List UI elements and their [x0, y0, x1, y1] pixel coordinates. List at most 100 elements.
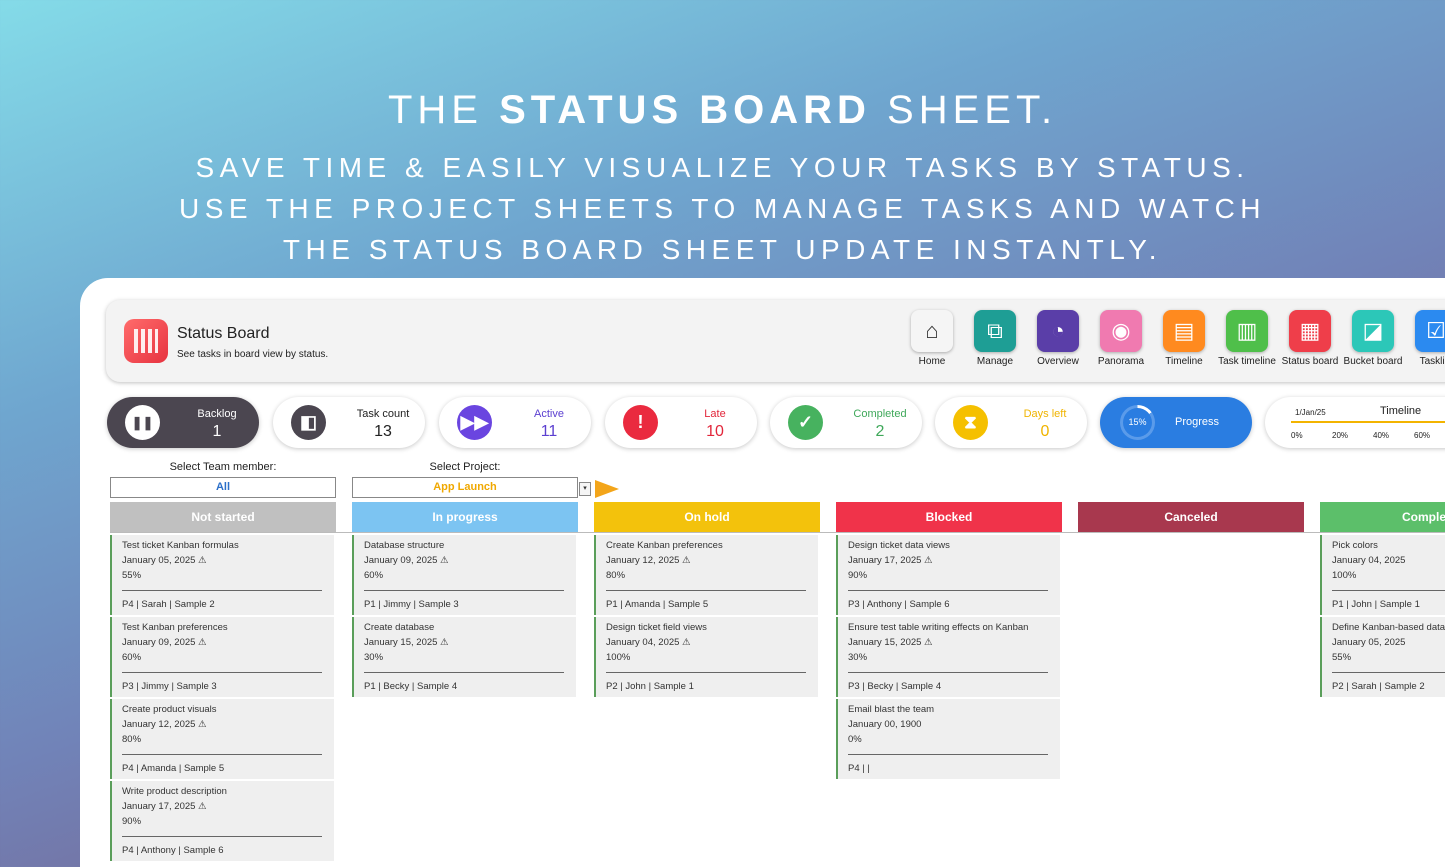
task-card[interactable]: Design ticket data views January 17, 2025…	[836, 535, 1060, 615]
timeline-widget[interactable]: 1/Jan/25 Timeline 0% 20% 40% 60%	[1265, 397, 1445, 448]
kpi-value: 11	[540, 423, 558, 440]
task-meta: P4 | |	[848, 763, 870, 774]
task-card[interactable]: Create product visuals January 12, 2025 ⚠…	[110, 699, 334, 779]
hourglass-icon: ⧗	[953, 405, 988, 440]
task-card[interactable]: Design ticket field views January 04, 202…	[594, 617, 818, 697]
nav-timeline[interactable]: ▤ Timeline	[1153, 310, 1215, 367]
nav-overview[interactable]: ◔ Overview	[1027, 310, 1089, 367]
task-card[interactable]: Write product description January 17, 202…	[110, 781, 334, 861]
task-card[interactable]: Test ticket Kanban formulas January 05, 2…	[110, 535, 334, 615]
task-progress: 100%	[1332, 570, 1357, 581]
timeline-icon: ▤	[1163, 310, 1205, 352]
task-title: Create Kanban preferences	[606, 540, 723, 551]
project-select-label: Select Project:	[429, 461, 501, 473]
spreadsheet-panel: Status Board See tasks in board view by …	[80, 278, 1445, 867]
check-icon: ✓	[788, 405, 823, 440]
task-meta: P4 | Amanda | Sample 5	[122, 763, 225, 774]
speedometer-icon: ◔	[1037, 310, 1079, 352]
nav-label: Overview	[1037, 356, 1079, 367]
task-meta: P3 | Jimmy | Sample 3	[122, 681, 217, 692]
kpi-value: 13	[374, 423, 392, 440]
kpi-days-left[interactable]: ⧗ Days left 0	[935, 397, 1087, 448]
card-divider	[848, 754, 1048, 755]
kpi-task-count[interactable]: ◧ Task count 13	[273, 397, 425, 448]
task-card[interactable]: Define Kanban-based data January 05, 2025…	[1320, 617, 1445, 697]
kpi-value: 0	[1040, 423, 1050, 440]
card-divider	[122, 672, 322, 673]
nav-label: Manage	[976, 356, 1014, 367]
timeline-tick: 40%	[1373, 431, 1390, 440]
task-card[interactable]: Database structure January 09, 2025 ⚠ 60% P…	[352, 535, 576, 615]
dropdown-arrow-icon[interactable]: ▾	[579, 482, 591, 496]
task-progress: 60%	[364, 570, 384, 581]
nav-label: Home	[918, 356, 946, 367]
kpi-value: 10	[706, 423, 724, 440]
task-progress: 90%	[122, 816, 142, 827]
hero-title: THE STATUS BOARD SHEET.	[387, 88, 1058, 132]
checklist-icon: ☑	[1415, 310, 1445, 352]
task-due-date: January 15, 2025 ⚠	[848, 637, 933, 648]
nav-manage[interactable]: ⧉ Manage	[964, 310, 1026, 367]
task-card[interactable]: Ensure test table writing effects on Kan…	[836, 617, 1060, 697]
bucket-icon: ◪	[1352, 310, 1394, 352]
task-card[interactable]: Test Kanban preferences January 09, 2025 …	[110, 617, 334, 697]
fast-forward-icon: ▶▶	[457, 405, 492, 440]
task-meta: P1 | Amanda | Sample 5	[606, 599, 709, 610]
kpi-value: 1	[212, 423, 222, 440]
nav-tasklist[interactable]: ☑ Tasklist	[1405, 310, 1445, 367]
hierarchy-icon: ⧉	[974, 310, 1016, 352]
card-divider	[122, 754, 322, 755]
task-progress: 0%	[848, 734, 862, 745]
kpi-active[interactable]: ▶▶ Active 11	[439, 397, 591, 448]
nav-home[interactable]: ⌂ Home	[901, 310, 963, 367]
kpi-late[interactable]: ! Late 10	[605, 397, 757, 448]
task-due-date: January 17, 2025 ⚠	[122, 801, 207, 812]
gantt-icon: ▥	[1226, 310, 1268, 352]
task-card[interactable]: Email blast the team January 00, 1900 0% P4…	[836, 699, 1060, 779]
task-meta: P1 | Jimmy | Sample 3	[364, 599, 459, 610]
task-progress: 80%	[122, 734, 142, 745]
task-title: Database structure	[364, 540, 445, 551]
progress-percent: 15%	[1123, 408, 1152, 437]
page-subtitle: See tasks in board view by status.	[177, 349, 329, 360]
progress-label: Progress	[1175, 416, 1220, 428]
kpi-label: Task count	[356, 408, 410, 420]
task-due-date: January 09, 2025 ⚠	[364, 555, 449, 566]
task-meta: P3 | Anthony | Sample 6	[848, 599, 950, 610]
task-meta: P4 | Sarah | Sample 2	[122, 599, 215, 610]
card-divider	[122, 590, 322, 591]
task-title: Define Kanban-based data	[1332, 622, 1445, 633]
task-card[interactable]: Create database January 15, 2025 ⚠ 30% P1 |…	[352, 617, 576, 697]
task-due-date: January 04, 2025 ⚠	[606, 637, 691, 648]
task-title: Pick colors	[1332, 540, 1378, 551]
task-title: Design ticket data views	[848, 540, 950, 551]
kpi-completed[interactable]: ✓ Completed 2	[770, 397, 922, 448]
nav-label: Timeline	[1165, 356, 1203, 367]
kpi-label: Completed	[853, 408, 907, 420]
card-divider	[606, 590, 806, 591]
nav-bucket-board[interactable]: ◪ Bucket board	[1342, 310, 1404, 367]
task-due-date: January 12, 2025 ⚠	[122, 719, 207, 730]
task-card[interactable]: Pick colors January 04, 2025 100% P1 | John…	[1320, 535, 1445, 615]
nav-status-board[interactable]: ▦ Status board	[1279, 310, 1341, 367]
task-title: Design ticket field views	[606, 622, 707, 633]
progress-pill[interactable]: 15% Progress	[1100, 397, 1252, 448]
task-card[interactable]: Create Kanban preferences January 12, 202…	[594, 535, 818, 615]
task-progress: 90%	[848, 570, 868, 581]
team-select[interactable]: All	[110, 477, 336, 498]
page-title: Status Board	[177, 325, 270, 342]
task-title: Create product visuals	[122, 704, 217, 715]
nav-panorama[interactable]: ◉ Panorama	[1090, 310, 1152, 367]
kpi-backlog[interactable]: ❚❚ Backlog 1	[107, 397, 259, 448]
timeline-date: 1/Jan/25	[1295, 408, 1326, 417]
card-divider	[848, 590, 1048, 591]
eye-icon: ◉	[1100, 310, 1142, 352]
task-title: Email blast the team	[848, 704, 935, 715]
column-header-not-started: Not started	[110, 502, 336, 532]
team-select-label: Select Team member:	[169, 461, 277, 473]
task-meta: P3 | Becky | Sample 4	[848, 681, 942, 692]
nav-task-timeline[interactable]: ▥ Task timeline	[1216, 310, 1278, 367]
project-select[interactable]: App Launch	[352, 477, 578, 498]
task-progress: 100%	[606, 652, 631, 663]
column-header-blocked: Blocked	[836, 502, 1062, 532]
